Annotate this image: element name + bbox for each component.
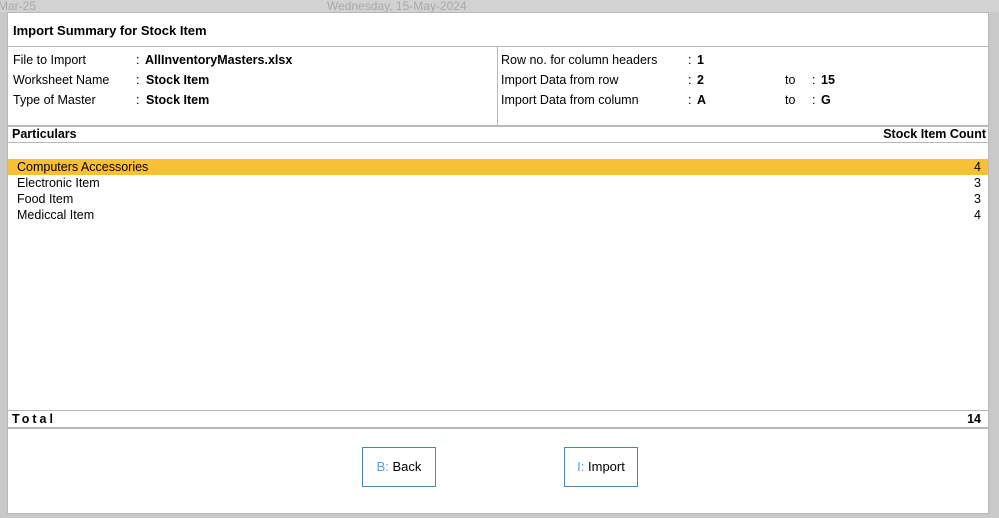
header-row-value: 1 <box>697 53 704 67</box>
import-button-label: Import <box>588 459 625 474</box>
list-item-name: Electronic Item <box>17 176 100 190</box>
info-divider <box>497 47 498 125</box>
list-item-count: 4 <box>974 160 981 174</box>
header-row-setting: Row no. for column headers : 1 <box>501 51 981 69</box>
list-item-name: Mediccal Item <box>17 208 95 222</box>
total-label: Total <box>12 412 56 426</box>
count-column-header: Stock Item Count <box>883 127 986 141</box>
list-item[interactable]: Electronic Item 3 <box>8 175 988 191</box>
list-item[interactable]: Food Item 3 <box>8 191 988 207</box>
import-summary-panel: Import Summary for Stock Item File to Im… <box>7 12 989 514</box>
colon: : <box>812 93 816 107</box>
worksheet-name-label: Worksheet Name <box>13 73 110 87</box>
list-item[interactable]: Computers Accessories 4 <box>8 159 988 175</box>
data-column-to-value: G <box>821 93 831 107</box>
colon: : <box>136 93 140 107</box>
stock-group-list: Computers Accessories 4 Electronic Item … <box>8 159 988 223</box>
background-period-text: Mar-25 <box>0 0 37 12</box>
back-button[interactable]: B: Back <box>362 447 436 487</box>
total-row: Total 14 <box>8 410 988 429</box>
data-row-label: Import Data from row <box>501 73 619 87</box>
colon: : <box>812 73 816 87</box>
particulars-column-header: Particulars <box>12 127 77 141</box>
data-row-to-label: to <box>785 73 796 87</box>
panel-title: Import Summary for Stock Item <box>13 23 207 38</box>
data-column-label: Import Data from column <box>501 93 639 107</box>
type-of-master-label: Type of Master <box>13 93 96 107</box>
background-header: Mar-25 Wednesday, 15-May-2024 <box>0 0 999 12</box>
list-item[interactable]: Mediccal Item 4 <box>8 207 988 223</box>
header-row-label: Row no. for column headers <box>501 53 658 67</box>
type-of-master-value: Stock Item <box>146 93 210 107</box>
list-item-count: 4 <box>974 208 981 222</box>
file-to-import-label: File to Import <box>13 53 86 67</box>
background-date-text: Wednesday, 15-May-2024 <box>327 0 467 12</box>
colon: : <box>688 93 692 107</box>
import-shortcut-key: I: <box>577 459 585 474</box>
type-of-master-row: Type of Master : Stock Item <box>13 91 493 109</box>
worksheet-name-row: Worksheet Name : Stock Item <box>13 71 493 89</box>
data-column-range: Import Data from column : A to : G <box>501 91 981 109</box>
list-item-name: Food Item <box>17 192 74 206</box>
data-row-from-value: 2 <box>697 73 704 87</box>
import-info-section: File to Import : AllInventoryMasters.xls… <box>8 46 988 127</box>
file-to-import-value: AllInventoryMasters.xlsx <box>145 53 293 67</box>
total-value: 14 <box>967 412 981 426</box>
back-button-label: Back <box>392 459 422 474</box>
list-item-count: 3 <box>974 176 981 190</box>
list-item-count: 3 <box>974 192 981 206</box>
data-column-to-label: to <box>785 93 796 107</box>
data-row-to-value: 15 <box>821 73 835 87</box>
colon: : <box>688 53 692 67</box>
back-shortcut-key: B: <box>376 459 389 474</box>
colon: : <box>688 73 692 87</box>
import-button[interactable]: I: Import <box>564 447 638 487</box>
table-header: Particulars Stock Item Count <box>8 126 988 143</box>
data-column-from-value: A <box>697 93 707 107</box>
colon: : <box>136 53 140 67</box>
list-item-name: Computers Accessories <box>17 160 149 174</box>
colon: : <box>136 73 140 87</box>
file-to-import-row: File to Import : AllInventoryMasters.xls… <box>13 51 493 69</box>
data-row-range: Import Data from row : 2 to : 15 <box>501 71 981 89</box>
worksheet-name-value: Stock Item <box>146 73 210 87</box>
